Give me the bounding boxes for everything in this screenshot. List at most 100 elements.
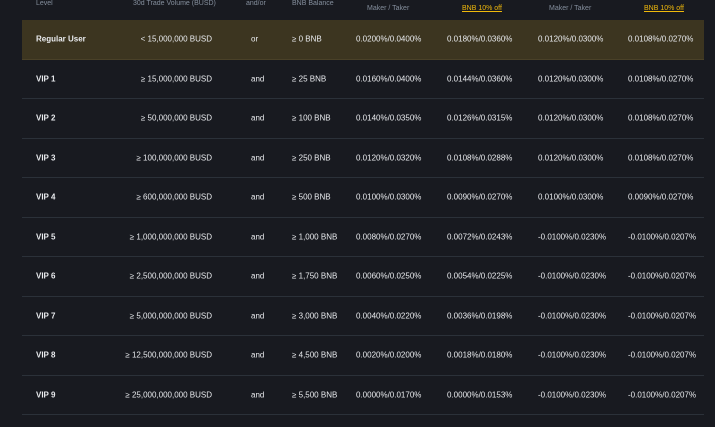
bnb-discount-busd-cell: 0.0108%/0.0270% — [628, 34, 694, 44]
bnb-discount-usdm-cell: 0.0090%/0.0270% — [447, 192, 513, 202]
bnb-discount-usdm-cell: 0.0144%/0.0360% — [447, 74, 513, 84]
bnb-discount-busd-cell: -0.0100%/0.0207% — [628, 350, 697, 360]
maker-taker-usdm-cell: 0.0000%/0.0170% — [356, 390, 422, 400]
maker-taker-usdm-cell: 0.0160%/0.0400% — [356, 74, 422, 84]
header-volume: 30d Trade Volume (BUSD) — [133, 0, 216, 7]
and-or-cell: or — [251, 34, 259, 44]
table-row-vip-6: VIP 6 ≥ 2,500,000,000 BUSD and ≥ 1,750 B… — [22, 257, 704, 297]
header-bnb-balance: BNB Balance — [292, 0, 334, 7]
volume-cell: ≥ 1,000,000,000 BUSD — [129, 232, 212, 242]
bnb-discount-usdm-cell: 0.0072%/0.0243% — [447, 232, 513, 242]
and-or-cell: and — [251, 390, 265, 400]
maker-taker-busd-cell: 0.0120%/0.0300% — [538, 74, 604, 84]
bnb-discount-usdm-cell: 0.0036%/0.0198% — [447, 311, 513, 321]
level-cell: VIP 6 — [36, 271, 56, 281]
bnb-balance-cell: ≥ 0 BNB — [292, 34, 322, 44]
maker-taker-busd-cell: -0.0100%/0.0230% — [538, 311, 607, 321]
fee-table: Level 30d Trade Volume (BUSD) and/or BNB… — [22, 0, 704, 415]
level-cell: VIP 9 — [36, 390, 56, 400]
maker-taker-usdm-cell: 0.0200%/0.0400% — [356, 34, 422, 44]
level-cell: VIP 5 — [36, 232, 56, 242]
bnb-discount-busd-cell: -0.0100%/0.0207% — [628, 390, 697, 400]
bnb-discount-busd-cell: -0.0100%/0.0207% — [628, 232, 697, 242]
bnb-discount-busd-cell: 0.0108%/0.0270% — [628, 153, 694, 163]
volume-cell: ≥ 100,000,000 BUSD — [136, 153, 212, 163]
level-cell: VIP 1 — [36, 74, 56, 84]
maker-taker-busd-cell: 0.0120%/0.0300% — [538, 113, 604, 123]
header-level: Level — [36, 0, 53, 7]
volume-cell: ≥ 15,000,000 BUSD — [140, 74, 212, 84]
bnb-discount-usdm-cell: 0.0108%/0.0288% — [447, 153, 513, 163]
level-cell: VIP 3 — [36, 153, 56, 163]
header-maker-taker-busd: Maker / Taker — [549, 5, 592, 12]
volume-cell: ≥ 2,500,000,000 BUSD — [129, 271, 212, 281]
maker-taker-usdm-cell: 0.0140%/0.0350% — [356, 113, 422, 123]
bnb-discount-busd-cell: 0.0108%/0.0270% — [628, 74, 694, 84]
level-cell: VIP 8 — [36, 350, 56, 360]
maker-taker-usdm-cell: 0.0020%/0.0200% — [356, 350, 422, 360]
and-or-cell: and — [251, 74, 265, 84]
and-or-cell: and — [251, 113, 265, 123]
and-or-cell: and — [251, 271, 265, 281]
bnb-discount-usdm-cell: 0.0054%/0.0225% — [447, 271, 513, 281]
bnb-balance-cell: ≥ 3,000 BNB — [292, 311, 338, 321]
bnb-balance-cell: ≥ 4,500 BNB — [292, 350, 338, 360]
bnb-discount-usdm-cell: 0.0018%/0.0180% — [447, 350, 513, 360]
table-row-vip-1: VIP 1 ≥ 15,000,000 BUSD and ≥ 25 BNB 0.0… — [22, 60, 704, 99]
maker-taker-usdm-cell: 0.0040%/0.0220% — [356, 311, 422, 321]
bnb-balance-cell: ≥ 1,750 BNB — [292, 271, 338, 281]
level-cell: VIP 4 — [36, 192, 56, 202]
maker-taker-usdm-cell: 0.0100%/0.0300% — [356, 192, 422, 202]
bnb-discount-busd-cell: -0.0100%/0.0207% — [628, 311, 697, 321]
table-row-vip-3: VIP 3 ≥ 100,000,000 BUSD and ≥ 250 BNB 0… — [22, 139, 704, 178]
table-row-vip-2: VIP 2 ≥ 50,000,000 BUSD and ≥ 100 BNB 0.… — [22, 99, 704, 139]
volume-cell: ≥ 5,000,000,000 BUSD — [129, 311, 212, 321]
maker-taker-busd-cell: -0.0100%/0.0230% — [538, 390, 607, 400]
maker-taker-usdm-cell: 0.0120%/0.0320% — [356, 153, 422, 163]
table-header: Level 30d Trade Volume (BUSD) and/or BNB… — [22, 0, 704, 20]
and-or-cell: and — [251, 232, 265, 242]
bnb-discount-usdm-cell: 0.0126%/0.0315% — [447, 113, 513, 123]
bnb-balance-cell: ≥ 1,000 BNB — [292, 232, 338, 242]
volume-cell: ≥ 50,000,000 BUSD — [140, 113, 212, 123]
bnb-discount-busd-cell: 0.0090%/0.0270% — [628, 192, 694, 202]
bnb-balance-cell: ≥ 500 BNB — [292, 192, 331, 202]
and-or-cell: and — [251, 192, 265, 202]
bnb-balance-cell: ≥ 5,500 BNB — [292, 390, 338, 400]
maker-taker-busd-cell: 0.0120%/0.0300% — [538, 153, 604, 163]
table-row-vip-7: VIP 7 ≥ 5,000,000,000 BUSD and ≥ 3,000 B… — [22, 297, 704, 336]
maker-taker-busd-cell: -0.0100%/0.0230% — [538, 350, 607, 360]
volume-cell: ≥ 25,000,000,000 BUSD — [125, 390, 212, 400]
table-row-vip-4: VIP 4 ≥ 600,000,000 BUSD and ≥ 500 BNB 0… — [22, 178, 704, 218]
maker-taker-busd-cell: 0.0120%/0.0300% — [538, 34, 604, 44]
volume-cell: ≥ 12,500,000,000 BUSD — [125, 350, 212, 360]
bnb-balance-cell: ≥ 250 BNB — [292, 153, 331, 163]
volume-cell: < 15,000,000 BUSD — [140, 34, 212, 44]
maker-taker-busd-cell: -0.0100%/0.0230% — [538, 271, 607, 281]
maker-taker-busd-cell: -0.0100%/0.0230% — [538, 232, 607, 242]
table-row-vip-8: VIP 8 ≥ 12,500,000,000 BUSD and ≥ 4,500 … — [22, 336, 704, 376]
maker-taker-busd-cell: 0.0100%/0.0300% — [538, 192, 604, 202]
bnb-discount-busd-cell: 0.0108%/0.0270% — [628, 113, 694, 123]
volume-cell: ≥ 600,000,000 BUSD — [136, 192, 212, 202]
bnb-discount-usdm-cell: 0.0000%/0.0153% — [447, 390, 513, 400]
level-cell: Regular User — [36, 34, 86, 44]
level-cell: VIP 7 — [36, 311, 56, 321]
table-row-regular-user: Regular User < 15,000,000 BUSD or ≥ 0 BN… — [22, 20, 704, 60]
header-bnb-discount-usdm[interactable]: BNB 10% off — [462, 5, 502, 12]
header-and-or: and/or — [246, 0, 266, 7]
header-maker-taker-usdm: Maker / Taker — [367, 5, 410, 12]
level-cell: VIP 2 — [36, 113, 56, 123]
maker-taker-usdm-cell: 0.0080%/0.0270% — [356, 232, 422, 242]
and-or-cell: and — [251, 311, 265, 321]
bnb-discount-busd-cell: -0.0100%/0.0207% — [628, 271, 697, 281]
table-row-vip-5: VIP 5 ≥ 1,000,000,000 BUSD and ≥ 1,000 B… — [22, 218, 704, 257]
table-row-vip-9: VIP 9 ≥ 25,000,000,000 BUSD and ≥ 5,500 … — [22, 376, 704, 415]
bnb-discount-usdm-cell: 0.0180%/0.0360% — [447, 34, 513, 44]
and-or-cell: and — [251, 153, 265, 163]
bnb-balance-cell: ≥ 25 BNB — [292, 74, 327, 84]
and-or-cell: and — [251, 350, 265, 360]
maker-taker-usdm-cell: 0.0060%/0.0250% — [356, 271, 422, 281]
bnb-balance-cell: ≥ 100 BNB — [292, 113, 331, 123]
header-bnb-discount-busd[interactable]: BNB 10% off — [644, 5, 684, 12]
